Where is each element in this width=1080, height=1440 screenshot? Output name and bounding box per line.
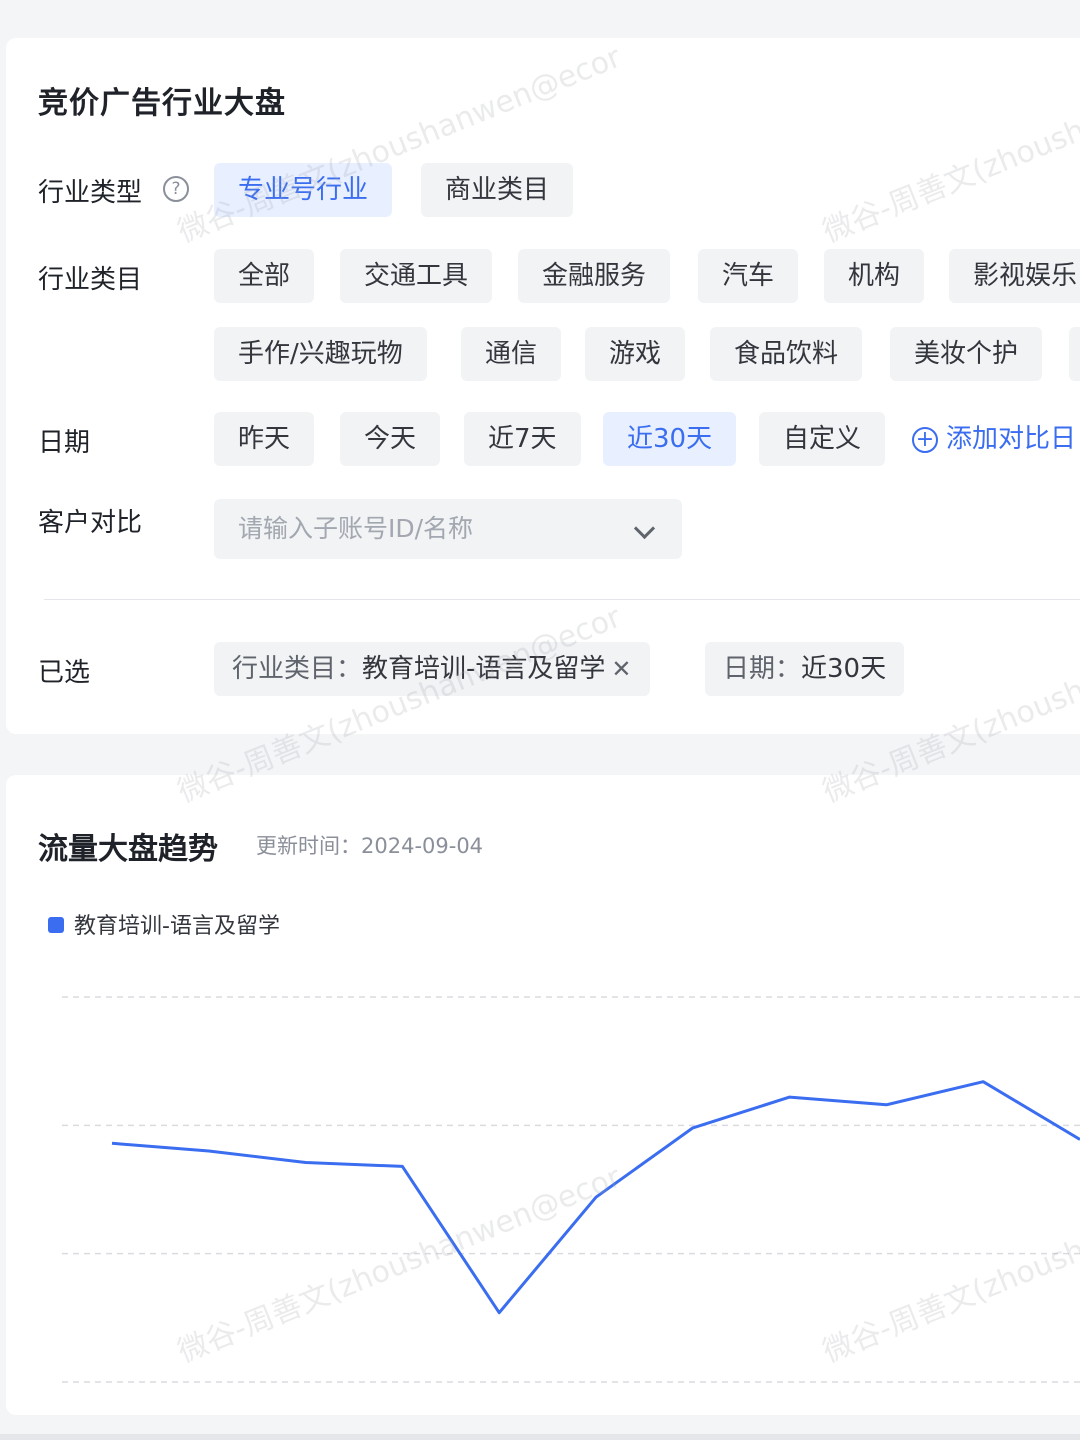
category-chip-food[interactable]: 食品饮料 bbox=[710, 327, 863, 381]
category-chip-institution[interactable]: 机构 bbox=[824, 249, 925, 303]
category-chip-all[interactable]: 全部 bbox=[214, 249, 315, 303]
trend-title: 流量大盘趋势 bbox=[38, 832, 218, 867]
updated-time: 更新时间：2024-09-04 bbox=[256, 830, 483, 860]
selected-tag-date: 日期：近30天 bbox=[705, 642, 905, 696]
updated-time-label: 更新时间： bbox=[256, 834, 361, 858]
add-compare-date-button[interactable]: + 添加对比日 bbox=[912, 412, 1076, 466]
customer-compare-label: 客户对比 bbox=[38, 508, 143, 538]
category-chip-entertainment[interactable]: 影视娱乐 bbox=[949, 249, 1080, 303]
customer-compare-select[interactable]: 请输入子账号ID/名称 bbox=[214, 499, 682, 559]
selected-label: 已选 bbox=[38, 658, 91, 688]
close-icon[interactable]: ✕ bbox=[611, 655, 631, 683]
chevron-down-icon bbox=[633, 517, 656, 540]
question-circle-icon[interactable]: ? bbox=[163, 176, 189, 202]
industry-category-label: 行业类目 bbox=[38, 265, 143, 295]
category-chip-telecom[interactable]: 通信 bbox=[461, 327, 562, 381]
plus-circle-icon: + bbox=[912, 426, 938, 453]
selected-tag-value: 教育培训-语言及留学 bbox=[362, 654, 606, 684]
category-chip-auto[interactable]: 汽车 bbox=[698, 249, 799, 303]
date-option-yesterday[interactable]: 昨天 bbox=[214, 412, 315, 466]
category-chip-transport[interactable]: 交通工具 bbox=[340, 249, 493, 303]
industry-type-option-commercial[interactable]: 商业类目 bbox=[421, 163, 574, 217]
industry-type-option-professional[interactable]: 专业号行业 bbox=[214, 163, 393, 217]
date-option-7days[interactable]: 近7天 bbox=[464, 412, 581, 466]
category-chip-handcraft[interactable]: 手作/兴趣玩物 bbox=[214, 327, 427, 381]
date-option-30days[interactable]: 近30天 bbox=[603, 412, 737, 466]
date-option-custom[interactable]: 自定义 bbox=[759, 412, 886, 466]
selected-tag-category: 行业类目：教育培训-语言及留学 ✕ bbox=[214, 642, 650, 696]
divider bbox=[44, 599, 1080, 600]
trend-chart bbox=[62, 996, 1080, 1383]
selected-tag-value: 近30天 bbox=[801, 654, 887, 684]
category-chip-games[interactable]: 游戏 bbox=[585, 327, 686, 381]
selected-tag-key: 行业类目： bbox=[232, 654, 363, 684]
panel-title: 竞价广告行业大盘 bbox=[38, 86, 286, 121]
category-chip-more[interactable] bbox=[1069, 327, 1080, 381]
add-compare-label: 添加对比日 bbox=[946, 424, 1077, 454]
date-label: 日期 bbox=[38, 428, 91, 458]
selected-tag-key: 日期： bbox=[723, 654, 802, 684]
legend-swatch bbox=[48, 917, 64, 933]
bottom-divider bbox=[0, 1434, 1080, 1440]
customer-compare-placeholder: 请输入子账号ID/名称 bbox=[238, 514, 474, 543]
industry-type-label: 行业类型 bbox=[38, 178, 143, 208]
updated-time-value: 2024-09-04 bbox=[361, 834, 484, 858]
filter-panel bbox=[6, 38, 1080, 734]
legend-series-name: 教育培训-语言及留学 bbox=[74, 914, 280, 939]
chart-legend[interactable]: 教育培训-语言及留学 bbox=[48, 908, 280, 940]
category-chip-beauty[interactable]: 美妆个护 bbox=[890, 327, 1043, 381]
date-option-today[interactable]: 今天 bbox=[340, 412, 441, 466]
category-chip-finance[interactable]: 金融服务 bbox=[518, 249, 671, 303]
